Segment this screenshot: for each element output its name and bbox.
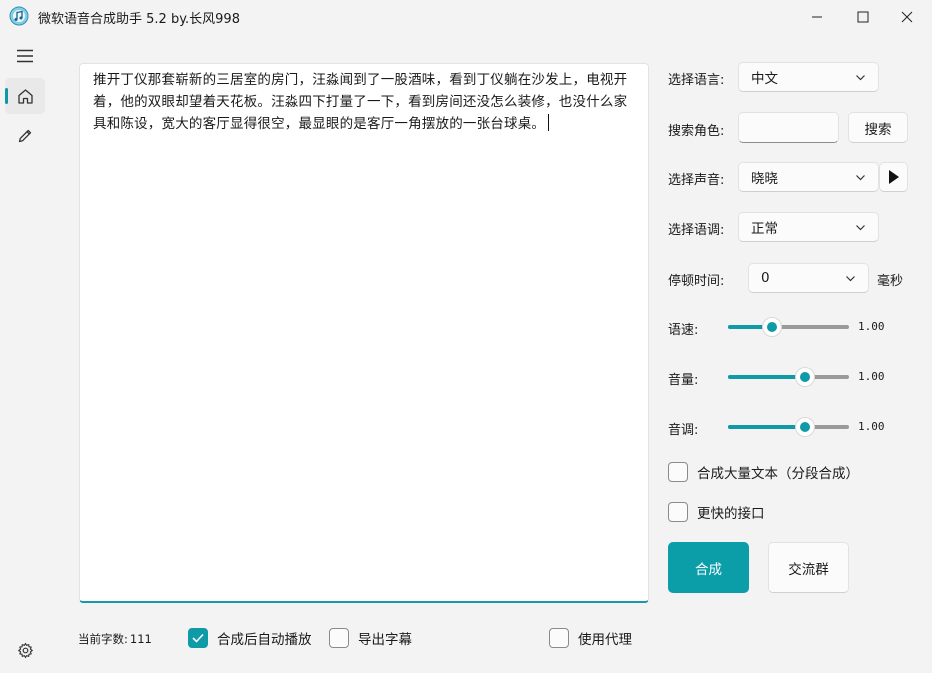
pitch-label: 音调: <box>668 423 699 438</box>
use-proxy-option[interactable]: 使用代理 <box>549 627 632 649</box>
faster-api-label: 更快的接口 <box>697 506 765 522</box>
pitch-slider[interactable] <box>728 416 849 436</box>
tone-label: 选择语调: <box>668 223 725 238</box>
char-count-label: 当前字数: <box>78 632 128 646</box>
faster-api-checkbox[interactable] <box>668 502 688 522</box>
pitch-value: 1.00 <box>858 420 885 433</box>
voice-select[interactable]: 晓晓 <box>738 162 879 192</box>
pause-unit: 毫秒 <box>877 274 904 289</box>
play-icon <box>888 170 899 184</box>
char-count: 当前字数: 111 <box>78 630 154 648</box>
speed-value: 1.00 <box>858 320 885 333</box>
settings-button[interactable] <box>5 632 45 668</box>
search-role-input[interactable] <box>738 112 839 143</box>
use-proxy-label: 使用代理 <box>578 632 632 648</box>
pause-select[interactable]: 0 <box>748 263 869 293</box>
faster-api-option[interactable]: 更快的接口 <box>668 502 765 522</box>
app-music-icon <box>9 6 29 26</box>
volume-value: 1.00 <box>858 370 885 383</box>
home-icon <box>17 88 33 104</box>
minimize-button[interactable] <box>794 0 840 34</box>
title-bar: 微软语音合成助手 5.2 by.长风998 <box>0 0 932 34</box>
bulk-text-checkbox[interactable] <box>668 462 688 482</box>
export-subtitle-checkbox[interactable] <box>329 628 349 648</box>
auto-play-option[interactable]: 合成后自动播放 <box>188 627 312 649</box>
tone-select-value: 正常 <box>751 221 778 237</box>
language-label: 选择语言: <box>668 73 725 88</box>
export-subtitle-label: 导出字幕 <box>358 632 412 648</box>
char-count-value: 111 <box>129 632 152 646</box>
gear-icon <box>17 642 33 658</box>
slider-thumb[interactable] <box>762 318 781 336</box>
slider-fill <box>728 425 806 429</box>
group-chat-button[interactable]: 交流群 <box>768 542 849 593</box>
nav-selected-indicator <box>5 88 8 104</box>
volume-slider[interactable] <box>728 366 849 386</box>
pencil-icon <box>18 129 32 143</box>
auto-play-checkbox[interactable] <box>188 628 208 648</box>
synthesize-button[interactable]: 合成 <box>668 542 749 593</box>
voice-label: 选择声音: <box>668 173 725 188</box>
close-button[interactable] <box>884 0 930 34</box>
speed-label: 语速: <box>668 323 699 338</box>
bulk-text-label: 合成大量文本（分段合成） <box>697 466 859 482</box>
bulk-text-option[interactable]: 合成大量文本（分段合成） <box>668 462 859 482</box>
volume-label: 音量: <box>668 373 699 388</box>
language-select-value: 中文 <box>751 71 778 87</box>
use-proxy-checkbox[interactable] <box>549 628 569 648</box>
hamburger-menu-icon <box>17 49 33 63</box>
maximize-icon <box>857 11 869 23</box>
tone-select[interactable]: 正常 <box>738 212 879 242</box>
checkmark-icon <box>192 633 204 643</box>
play-preview-button[interactable] <box>879 162 908 192</box>
language-select[interactable]: 中文 <box>738 62 879 92</box>
chevron-down-icon <box>856 175 865 181</box>
search-role-label: 搜索角色: <box>668 124 725 139</box>
nav-item-edit[interactable] <box>5 118 45 154</box>
minimize-icon <box>812 16 822 18</box>
search-button[interactable]: 搜索 <box>848 112 908 143</box>
close-icon <box>901 11 913 23</box>
pause-label: 停顿时间: <box>668 274 725 289</box>
text-caret <box>548 114 550 131</box>
text-editor[interactable]: 推开丁仪那套崭新的三居室的房门，汪淼闻到了一股酒味，看到丁仪躺在沙发上，电视开着… <box>79 63 649 603</box>
chevron-down-icon <box>846 276 855 282</box>
chevron-down-icon <box>856 225 865 231</box>
export-subtitle-option[interactable]: 导出字幕 <box>329 627 412 649</box>
maximize-button[interactable] <box>840 0 886 34</box>
voice-select-value: 晓晓 <box>751 171 778 187</box>
pause-select-value: 0 <box>761 270 770 286</box>
slider-fill <box>728 375 806 379</box>
window-title: 微软语音合成助手 5.2 by.长风998 <box>38 12 240 27</box>
auto-play-label: 合成后自动播放 <box>217 632 312 648</box>
nav-item-home[interactable] <box>5 78 45 114</box>
speed-slider[interactable] <box>728 316 849 336</box>
hamburger-menu-button[interactable] <box>5 38 45 74</box>
slider-thumb[interactable] <box>796 418 815 436</box>
slider-thumb[interactable] <box>796 368 815 386</box>
chevron-down-icon <box>856 75 865 81</box>
